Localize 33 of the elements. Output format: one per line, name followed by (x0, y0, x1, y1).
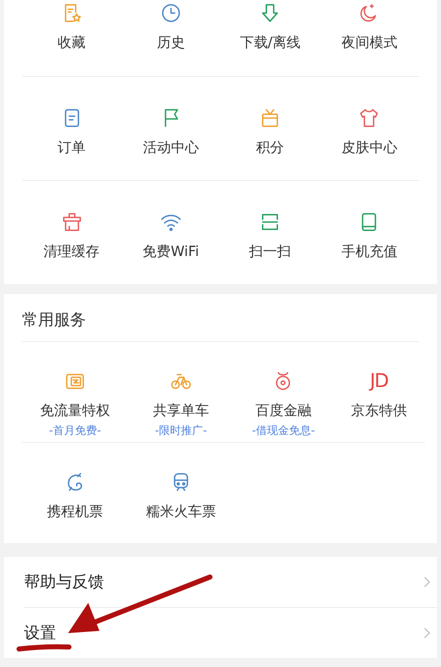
tool-item[interactable]: 订单 (22, 76, 122, 180)
tool-item[interactable]: 积分 (220, 76, 320, 180)
tool-item[interactable]: 清理缓存 (22, 180, 122, 284)
service-item[interactable]: JD 京东特供 (332, 342, 425, 442)
promo-note: -首月免费- (49, 423, 101, 438)
promo-note: -借现金免息- (252, 423, 315, 438)
service-item[interactable]: 免流量特权 -首月免费- (22, 342, 128, 442)
tool-item[interactable]: 活动中心 (121, 76, 220, 180)
service-item[interactable]: 携程机票 (22, 443, 128, 543)
chevron-icon (423, 626, 431, 640)
menu-row[interactable]: 设置 (24, 608, 437, 658)
service-item[interactable]: 糯米火车票 (128, 443, 234, 543)
tool-item[interactable]: 免费WiFi (121, 180, 220, 284)
service-item[interactable]: 百度金融 -借现金免息- (234, 342, 333, 442)
tool-item[interactable]: 收藏 (22, 0, 122, 76)
menu-row[interactable]: 帮助与反馈 (24, 557, 437, 608)
tool-item[interactable]: 下载/离线 (220, 0, 320, 76)
tool-item[interactable]: 手机充值 (320, 180, 419, 284)
annotation-underline (16, 644, 72, 652)
tool-item[interactable]: 皮肤中心 (320, 76, 419, 180)
tool-item[interactable]: 扫一扫 (220, 180, 320, 284)
tool-item[interactable]: 夜间模式 (320, 0, 419, 76)
section-title: 常用服务 (22, 294, 419, 342)
clock-icon (160, 2, 182, 24)
tool-item[interactable]: 历史 (121, 0, 220, 76)
menu-label: 帮助与反馈 (24, 572, 104, 592)
promo-note: -限时推广- (155, 423, 207, 438)
service-item[interactable]: 共享单车 -限时推广- (128, 342, 234, 442)
basket-icon (60, 211, 83, 233)
chevron-icon (423, 575, 431, 589)
menu-label: 设置 (24, 622, 56, 644)
logo-icon: JD (370, 370, 388, 392)
t-shirt-icon (358, 107, 380, 129)
